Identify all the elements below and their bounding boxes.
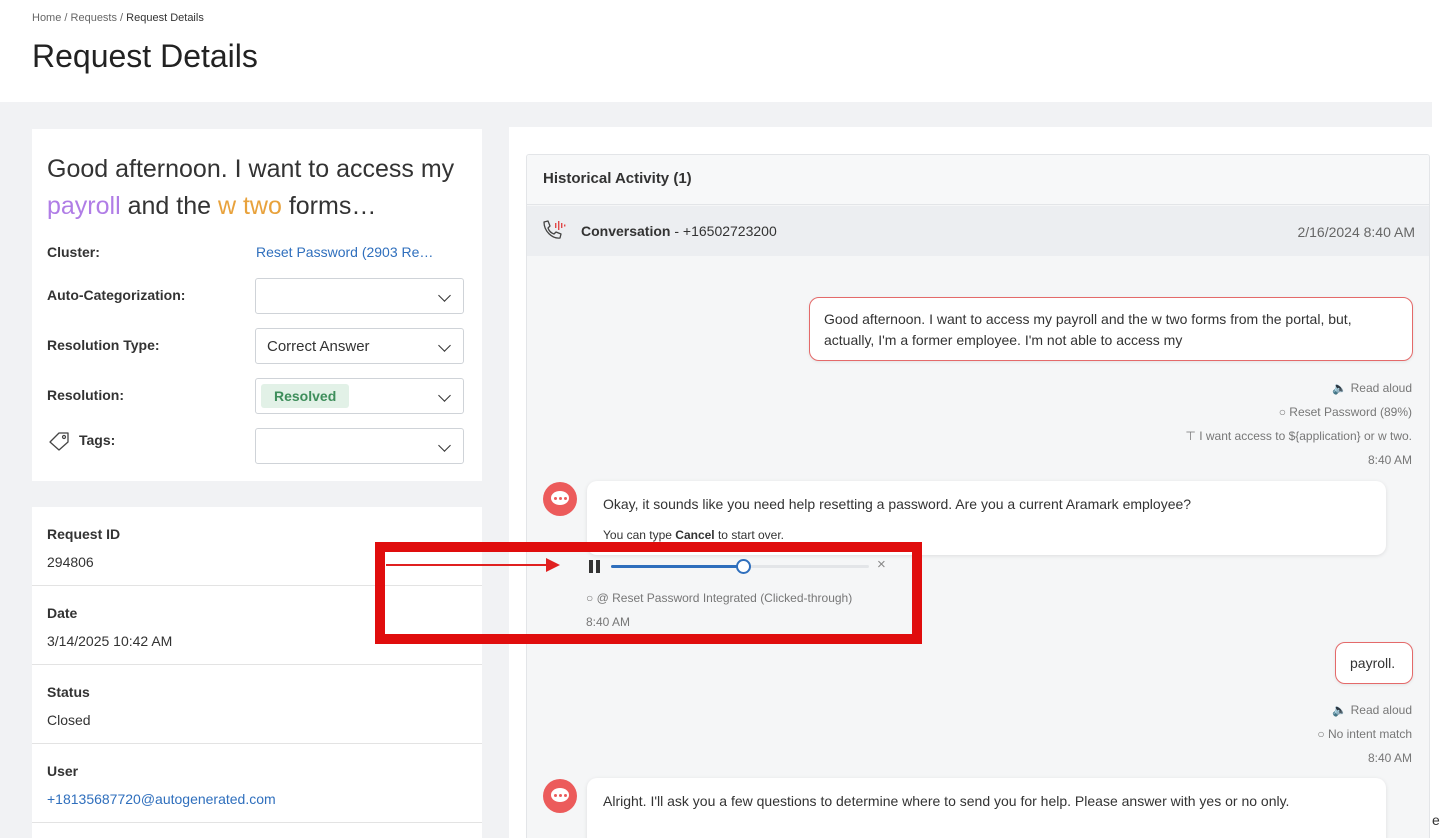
historical-activity-panel: Historical Activity (1) Conversation - +… [526, 154, 1430, 838]
historical-activity-header: Historical Activity (1) [527, 155, 1429, 205]
auto-categorization-label: Auto-Categorization: [47, 287, 186, 303]
page-header: Home / Requests / Request Details Reques… [0, 0, 1440, 102]
page-title: Request Details [32, 38, 258, 74]
resolution-select[interactable]: Resolved [255, 378, 464, 414]
resolution-type-select[interactable]: Correct Answer [255, 328, 464, 364]
resolution-type-label: Resolution Type: [47, 337, 160, 353]
intent-match: ○ Reset Password (89%) [1279, 405, 1412, 419]
chevron-down-icon [438, 439, 451, 452]
read-aloud-label: Read aloud [1350, 703, 1412, 717]
cluster-link[interactable]: Reset Password (2903 Re… [256, 244, 433, 260]
breadcrumb-requests[interactable]: Requests [71, 12, 117, 24]
message-time: 8:40 AM [1367, 453, 1412, 467]
message-time: 8:40 AM [1367, 751, 1412, 765]
spinner-icon: ○ [1278, 405, 1286, 419]
date-label: Date [47, 605, 78, 621]
conversation-label: Conversation - +16502723200 [581, 223, 777, 239]
breadcrumb-separator: / [61, 12, 71, 24]
conversation-row[interactable]: Conversation - +16502723200 2/16/2024 8:… [527, 206, 1429, 256]
cluster-label: Cluster: [47, 244, 100, 260]
read-aloud-button[interactable]: 🔈 Read aloud [1332, 381, 1412, 395]
matched-phrase-text: I want access to ${application} or w two… [1199, 429, 1412, 443]
title-text: forms… [281, 192, 377, 220]
request-id-value: 294806 [47, 554, 94, 570]
resolution-label: Resolution: [47, 387, 124, 403]
breadcrumb: Home / Requests / Request Details [32, 12, 204, 24]
hint-cancel: Cancel [675, 528, 715, 542]
status-row: Status Closed [32, 665, 482, 744]
breadcrumb-separator: / [117, 12, 127, 24]
tags-select[interactable] [255, 428, 464, 464]
message-text: payroll. [1350, 655, 1396, 671]
conversation-date: 2/16/2024 8:40 AM [1297, 224, 1415, 240]
intent-label: No intent match [1327, 727, 1412, 741]
conversation-type: Conversation [581, 223, 671, 239]
read-aloud-button[interactable]: 🔈 Read aloud [1332, 703, 1412, 717]
history-card: Historical Activity (1) Conversation - +… [509, 127, 1432, 838]
bot-message: Alright. I'll ask you a few questions to… [587, 778, 1386, 838]
chevron-down-icon [438, 389, 451, 402]
hint-text: to start over. [714, 528, 785, 542]
breadcrumb-home[interactable]: Home [32, 12, 61, 24]
cancel-hint: You can type Cancel to start over. [603, 528, 784, 542]
hint-text: You can type [603, 528, 676, 542]
edge-text: e [1432, 812, 1440, 828]
bot-avatar-icon [543, 779, 577, 813]
user-message: Good afternoon. I want to access my payr… [809, 297, 1413, 361]
message-text: Alright. I'll ask you a few questions to… [603, 793, 1290, 809]
intent-match: ○ No intent match [1317, 727, 1412, 741]
spinner-icon: ○ [1317, 727, 1325, 741]
matched-phrase: ⊤ I want access to ${application} or w t… [1185, 429, 1412, 443]
title-text: and the [120, 192, 218, 220]
user-link[interactable]: +18135687720@autogenerated.com [47, 791, 276, 807]
message-text: Good afternoon. I want to access my payr… [824, 311, 1352, 348]
chevron-down-icon [438, 339, 451, 352]
chevron-down-icon [438, 289, 451, 302]
tag-icon [49, 432, 69, 451]
cursor-icon: ⊤ [1185, 429, 1196, 443]
status-label: Status [47, 684, 90, 700]
conversation-phone: - +16502723200 [670, 223, 777, 239]
request-summary-card: Good afternoon. I want to access my payr… [32, 129, 482, 481]
annotation-highlight-box [375, 542, 922, 644]
intent-label: Reset Password (89%) [1289, 405, 1412, 419]
user-row: User +18135687720@autogenerated.com [32, 744, 482, 823]
phone-audio-icon [543, 220, 566, 239]
date-value: 3/14/2025 10:42 AM [47, 633, 173, 649]
content-area: Good afternoon. I want to access my payr… [0, 102, 1432, 838]
resolved-badge: Resolved [261, 384, 350, 408]
request-title: Good afternoon. I want to access my payr… [47, 151, 472, 225]
resolution-type-value: Correct Answer [267, 338, 370, 355]
bot-avatar-icon [543, 482, 577, 516]
status-value: Closed [47, 712, 91, 728]
user-message: payroll. [1335, 642, 1413, 684]
title-text: Good afternoon. I want to access my [47, 155, 455, 183]
tags-label: Tags: [79, 432, 116, 448]
read-aloud-label: Read aloud [1350, 381, 1412, 395]
auto-categorization-select[interactable] [255, 278, 464, 314]
highlight-word-payroll: payroll [47, 192, 121, 220]
historical-activity-title: Historical Activity (1) [543, 170, 692, 187]
breadcrumb-current: Request Details [126, 12, 204, 24]
annotation-arrow-head [546, 558, 560, 572]
speaker-icon: 🔈 [1332, 381, 1348, 395]
annotation-arrow [386, 564, 548, 566]
speaker-icon: 🔈 [1332, 703, 1348, 717]
message-text: Okay, it sounds like you need help reset… [603, 496, 1192, 512]
highlight-word-w-two: w two [217, 192, 282, 220]
user-label: User [47, 763, 79, 779]
request-id-label: Request ID [47, 526, 121, 542]
